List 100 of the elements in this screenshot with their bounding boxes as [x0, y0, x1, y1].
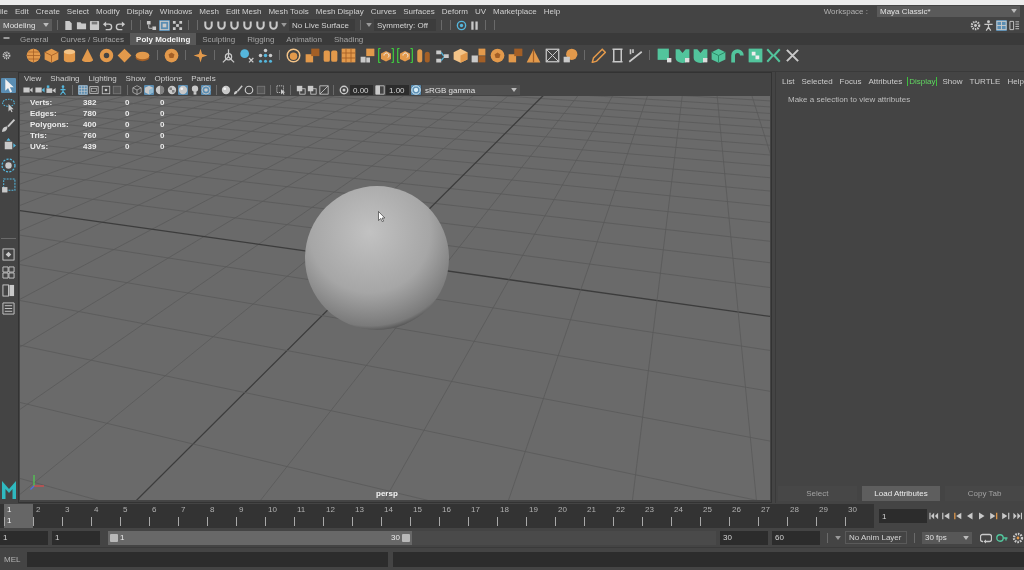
caret-icon[interactable] — [511, 88, 517, 92]
exposure-field[interactable]: 0.00 — [350, 85, 373, 95]
overlapping-squares-icon[interactable] — [295, 85, 306, 95]
attribute-menu-item[interactable]: Show — [940, 76, 965, 86]
workspace-dropdown[interactable]: Maya Classic* — [877, 5, 1020, 17]
cube-arrow-icon[interactable] — [377, 47, 394, 63]
range-bar[interactable] — [108, 530, 412, 545]
menu-item[interactable]: Mesh — [199, 6, 219, 16]
redo-icon[interactable] — [115, 19, 126, 31]
ring-icon[interactable] — [244, 85, 254, 95]
arch-shape-icon[interactable] — [729, 47, 745, 63]
go-to-start-icon[interactable] — [929, 511, 939, 521]
camera-icon[interactable] — [46, 85, 56, 95]
end-time-field[interactable]: 60 — [772, 530, 820, 545]
square-shape-icon[interactable] — [656, 47, 672, 63]
attribute-editor-button[interactable]: Load Attributes — [861, 486, 941, 501]
caret-icon[interactable] — [835, 535, 841, 540]
ring-sphere-icon[interactable] — [286, 47, 302, 63]
tripod-icon[interactable] — [221, 47, 237, 63]
menu-item[interactable]: Deform — [441, 6, 468, 16]
step-forward-frame-icon[interactable] — [988, 511, 999, 521]
step-forward-key-icon[interactable] — [1000, 511, 1011, 521]
squares-icon[interactable] — [304, 47, 320, 63]
sphere-icon[interactable] — [178, 85, 188, 95]
pause-icon[interactable] — [469, 19, 480, 31]
play-forward-icon[interactable] — [976, 511, 987, 521]
blocks-icon[interactable] — [471, 47, 487, 63]
hierarchy-icon[interactable] — [146, 19, 157, 31]
brush-icon[interactable] — [232, 85, 243, 95]
caret-icon[interactable] — [43, 23, 49, 27]
shelf-tab[interactable]: Poly Modeling — [130, 33, 197, 45]
shaded-sphere-icon[interactable] — [155, 85, 165, 95]
magnet-icon[interactable] — [255, 19, 266, 31]
dot-cross-icon[interactable] — [239, 47, 255, 63]
live-surface-field[interactable]: No Live Surface — [289, 19, 355, 31]
cup-shape-icon[interactable] — [693, 47, 709, 63]
menu-set-dropdown[interactable]: Modeling — [0, 19, 52, 31]
magnet-icon[interactable] — [268, 19, 279, 31]
single-pane-icon[interactable] — [2, 248, 15, 261]
fps-dropdown[interactable]: 30 fps — [922, 531, 972, 544]
menu-item[interactable]: Display — [126, 6, 153, 16]
step-back-key-icon[interactable] — [941, 511, 951, 521]
anim-layer-field[interactable]: No Anim Layer — [845, 531, 907, 544]
menu-item[interactable]: Curves — [370, 6, 397, 16]
play-backward-icon[interactable] — [965, 511, 975, 521]
magnet-icon[interactable] — [229, 19, 240, 31]
shelf-tab[interactable]: Animation — [280, 33, 328, 45]
key-icon[interactable] — [996, 531, 1008, 544]
menu-item[interactable]: Create — [35, 6, 60, 16]
gear-icon[interactable] — [1012, 531, 1024, 544]
box-shape-icon[interactable] — [711, 47, 727, 63]
current-frame-field[interactable]: 1 — [879, 509, 927, 523]
tiles-icon[interactable] — [359, 47, 375, 63]
caret-icon[interactable] — [281, 23, 287, 27]
menu-item[interactable]: Mesh Display — [315, 6, 364, 16]
four-pane-icon[interactable] — [2, 266, 15, 279]
range-slider-track[interactable]: 1 30 — [108, 530, 716, 545]
soccer-ball-icon[interactable] — [489, 47, 505, 63]
menu-item[interactable]: Mesh Tools — [268, 6, 309, 16]
sphere-icon[interactable] — [221, 85, 231, 95]
attribute-menu-item[interactable]: List — [780, 76, 797, 86]
playback-end-field[interactable]: 30 — [720, 530, 768, 545]
cylinder-pair-icon[interactable] — [416, 47, 432, 63]
square-slash-icon[interactable] — [318, 85, 329, 95]
attribute-menu-item[interactable]: Attributes — [866, 76, 905, 86]
figure-icon[interactable] — [57, 85, 68, 95]
start-time-field[interactable]: 1 — [0, 530, 48, 545]
paint-brush-icon[interactable] — [1, 118, 16, 133]
gear-icon[interactable] — [2, 50, 11, 60]
magnet-icon[interactable] — [216, 19, 227, 31]
slider-handle[interactable] — [110, 533, 118, 542]
panel-menu-item[interactable]: Options — [154, 74, 183, 83]
target-icon[interactable] — [201, 85, 211, 95]
caret-icon[interactable] — [1011, 9, 1017, 13]
cup-shape-icon[interactable] — [674, 47, 690, 63]
dots-icon[interactable] — [257, 47, 273, 63]
cross-arrows-icon[interactable] — [766, 47, 782, 63]
wireframe-cube-icon[interactable] — [132, 85, 142, 95]
torus-icon[interactable] — [98, 47, 114, 63]
cube-icon[interactable] — [453, 47, 468, 63]
menu-item[interactable]: Help — [543, 6, 561, 16]
shelf-tab[interactable]: Shading — [327, 33, 370, 45]
frame-icon[interactable] — [89, 85, 99, 95]
gear-icon[interactable] — [970, 19, 981, 31]
rotate-tool-icon[interactable] — [1, 158, 16, 173]
color-space-dropdown[interactable]: sRGB gamma — [422, 85, 520, 95]
component-mode-icon[interactable] — [172, 19, 183, 31]
squares-icon[interactable] — [507, 47, 523, 63]
attribute-menu-item[interactable]: Help — [1005, 76, 1024, 86]
soccer-ball-icon[interactable] — [163, 47, 179, 63]
panel-menu-item[interactable]: View — [24, 74, 42, 83]
cube-icon[interactable] — [43, 47, 59, 63]
attribute-menu-item[interactable]: Selected — [799, 76, 835, 86]
menu-item[interactable]: Windows — [159, 6, 193, 16]
caret-icon[interactable] — [963, 535, 969, 540]
playback-start-field[interactable]: 1 — [52, 530, 100, 545]
list-panel-icon[interactable] — [1009, 19, 1020, 31]
cursor-box-icon[interactable] — [275, 85, 286, 95]
3d-viewport[interactable]: Verts: 382 0 0 Edges: 780 0 0 Polygons: 400 0 0 Tris: 760 0 0 UVs: 439 0 0 persp — [20, 96, 770, 500]
shelf-tab[interactable]: General — [14, 33, 55, 45]
